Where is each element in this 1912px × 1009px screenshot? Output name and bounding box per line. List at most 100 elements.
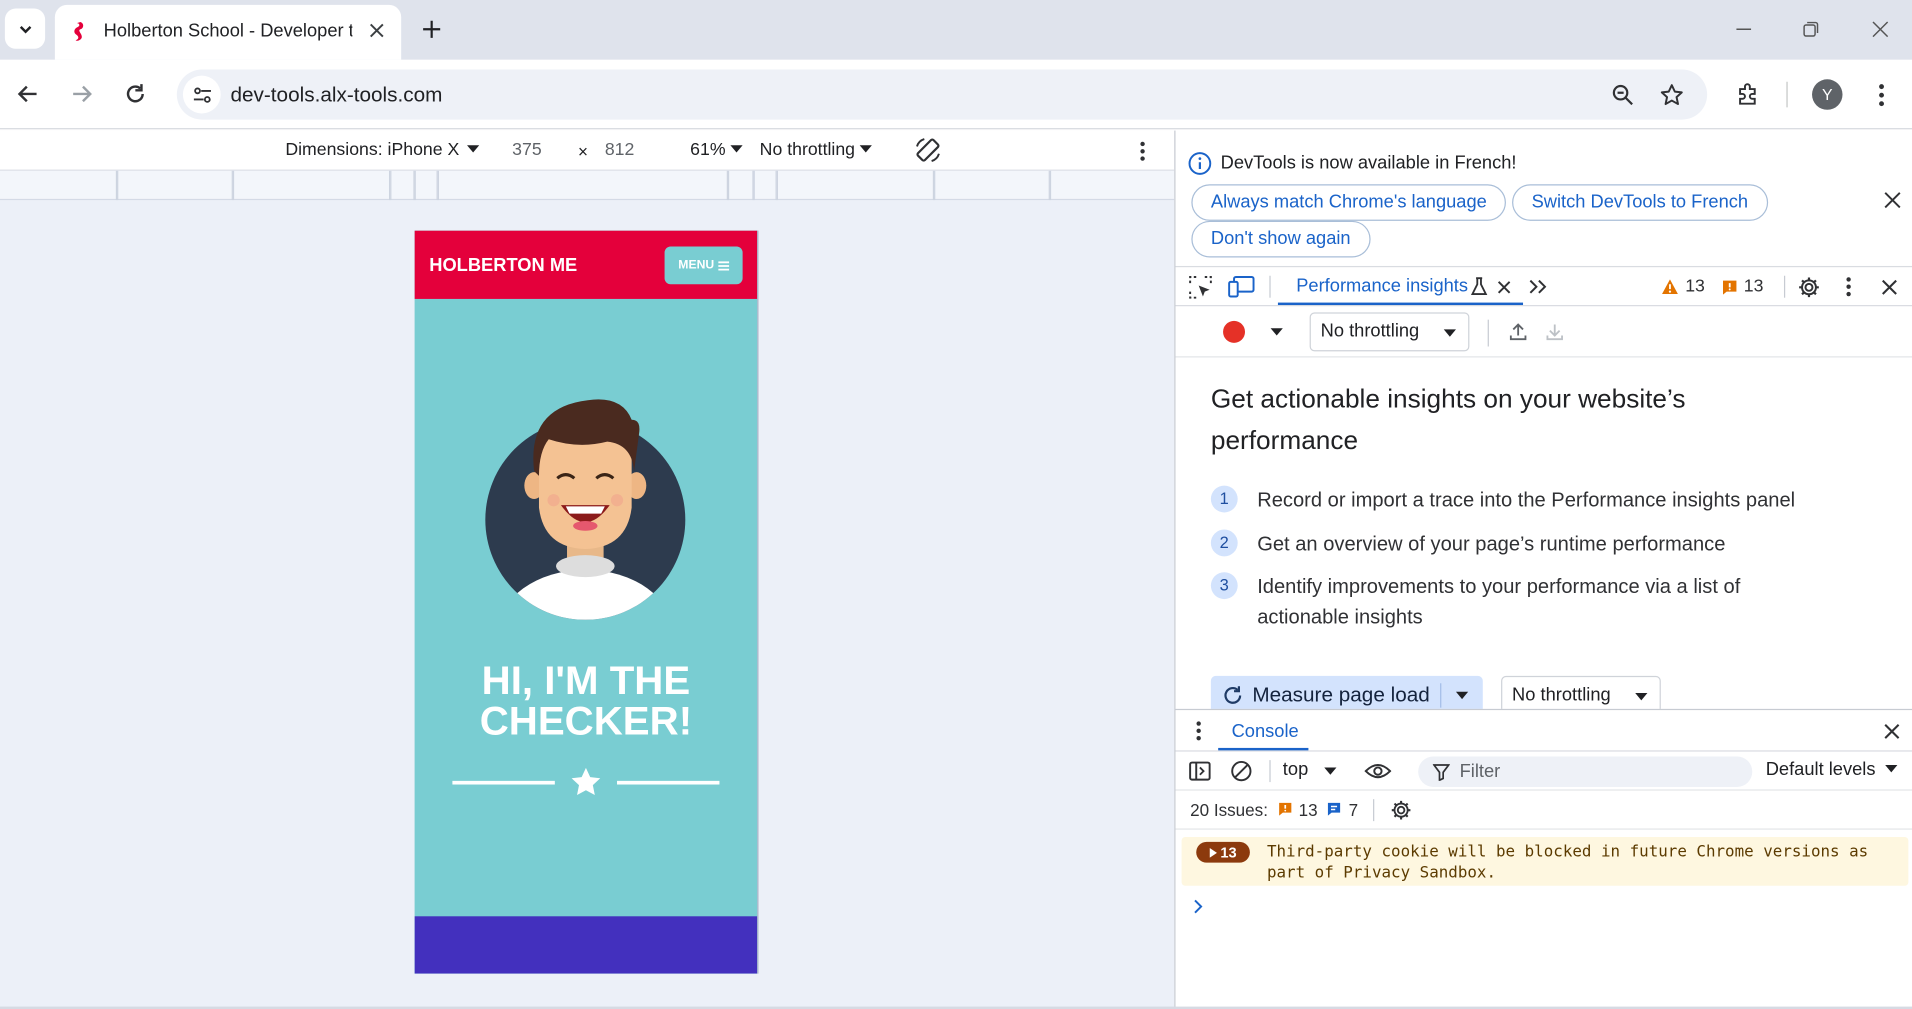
experimental-flask-icon [1470, 277, 1488, 295]
reload-button[interactable] [117, 76, 154, 113]
console-message-warning[interactable]: 13 Third-party cookie will be blocked in… [1181, 836, 1909, 886]
zoom-label: 61% [690, 140, 726, 160]
step-number: 1 [1210, 485, 1238, 513]
expand-triangle-icon [1209, 847, 1217, 858]
toolbar-divider [1786, 81, 1788, 108]
log-levels-label: Default levels [1765, 758, 1876, 780]
back-button[interactable] [10, 76, 47, 113]
repeat-count: 13 [1220, 843, 1237, 861]
plus-icon [423, 20, 441, 38]
clear-console-icon[interactable] [1228, 758, 1255, 785]
step-text: Record or import a trace into the Perfor… [1257, 489, 1796, 512]
record-button[interactable] [1223, 320, 1246, 343]
upload-icon[interactable] [1506, 320, 1530, 344]
chrome-menu-icon[interactable] [1866, 78, 1898, 112]
infobar-close-icon[interactable] [1879, 187, 1906, 214]
info-icon [1188, 152, 1212, 175]
throttling-label: No throttling [759, 140, 856, 160]
infobar-message: DevTools is now available in French! [1220, 152, 1517, 174]
device-emulation-area: Dimensions: iPhone X 375 × 812 61% No th… [0, 130, 1175, 1009]
tab-search-button[interactable] [4, 8, 46, 49]
site-favicon-icon [74, 21, 84, 41]
always-match-language-button[interactable]: Always match Chrome's language [1191, 184, 1507, 221]
live-expression-eye-icon[interactable] [1362, 758, 1394, 785]
dont-show-again-button[interactable]: Don't show again [1191, 220, 1371, 258]
url-text[interactable]: dev-tools.alx-tools.com [230, 83, 442, 107]
close-tab-icon[interactable] [1494, 277, 1514, 297]
avatar[interactable]: Y [1812, 79, 1843, 110]
switch-to-french-button[interactable]: Switch DevTools to French [1512, 184, 1768, 221]
address-bar[interactable]: dev-tools.alx-tools.com [176, 69, 1708, 120]
drawer-menu-icon[interactable] [1188, 717, 1210, 744]
download-icon[interactable] [1543, 320, 1567, 344]
insights-heading: Get actionable insights on your website’… [1210, 384, 1686, 456]
step-text: Get an overview of your page’s runtime p… [1257, 533, 1726, 556]
perf-throttling-label: No throttling [1320, 320, 1420, 342]
window-close-button[interactable] [1862, 12, 1899, 46]
inspect-element-icon[interactable] [1185, 272, 1214, 301]
reload-icon [1224, 686, 1242, 704]
tab-title: Holberton School - Developer t [103, 20, 353, 42]
browser-tab-active[interactable]: Holberton School - Developer t [54, 4, 402, 60]
dimension-separator: × [577, 141, 588, 162]
settings-gear-icon[interactable] [1794, 272, 1823, 301]
arrow-right-icon [73, 85, 92, 103]
step-number: 2 [1210, 529, 1238, 557]
reload-icon [126, 84, 144, 103]
context-select[interactable]: top [1283, 759, 1344, 783]
new-tab-button[interactable] [415, 12, 449, 46]
site-brand[interactable]: HOLBERTON ME [429, 255, 577, 276]
extensions-icon[interactable] [1730, 76, 1767, 113]
filter-icon [1432, 764, 1450, 781]
zoom-icon[interactable] [1606, 78, 1640, 112]
drawer-close-icon[interactable] [1879, 719, 1903, 743]
tab-console[interactable]: Console [1232, 721, 1299, 742]
perf-throttling-select[interactable]: No throttling [1309, 312, 1470, 352]
console-message-text: Third-party cookie will be blocked in fu… [1266, 843, 1869, 883]
device-dimensions-select[interactable]: Dimensions: iPhone X [285, 140, 479, 160]
minimize-button[interactable] [1725, 12, 1762, 46]
filter-placeholder: Filter [1459, 761, 1501, 783]
error-icon [1723, 280, 1737, 295]
warning-count[interactable]: 13 [1685, 277, 1705, 297]
rotate-icon[interactable] [912, 134, 944, 166]
more-tabs-icon[interactable] [1524, 275, 1551, 299]
log-levels-select[interactable]: Default levels [1766, 759, 1900, 783]
avatar-initial: Y [1821, 85, 1833, 104]
site-menu-label: MENU [678, 258, 715, 273]
measure-dropdown-icon[interactable] [1455, 691, 1469, 700]
device-toolbar: Dimensions: iPhone X 375 × 812 61% No th… [0, 130, 1175, 171]
error-count[interactable]: 13 [1744, 277, 1764, 297]
forward-button[interactable] [63, 76, 100, 113]
emulated-page: HOLBERTON ME MENU HI, I'M THE CHECKER! [414, 230, 758, 974]
issues-info-count[interactable]: 7 [1349, 800, 1359, 820]
tabbar-divider [1783, 275, 1786, 298]
sidebar-toggle-icon[interactable] [1186, 758, 1213, 785]
page-edge-shadow [757, 230, 759, 974]
site-info-icon[interactable] [182, 75, 221, 114]
site-menu-button[interactable]: MENU [664, 246, 743, 285]
bookmark-star-icon[interactable] [1655, 78, 1689, 112]
device-toggle-icon[interactable] [1227, 272, 1256, 301]
close-icon[interactable] [365, 18, 389, 42]
throttling-select[interactable]: No throttling [759, 140, 873, 160]
width-input[interactable]: 375 [512, 140, 542, 160]
height-input[interactable]: 812 [605, 140, 635, 160]
record-options-icon[interactable] [1267, 322, 1287, 342]
device-toolbar-more-icon[interactable] [1130, 137, 1154, 166]
zoom-select[interactable]: 61% [690, 140, 743, 160]
issues-warning-count[interactable]: 13 [1299, 800, 1318, 820]
devtools-close-icon[interactable] [1875, 273, 1902, 300]
console-settings-gear-icon[interactable] [1388, 797, 1415, 824]
tab-performance-insights[interactable]: Performance insights [1296, 276, 1468, 297]
repeat-count-badge: 13 [1196, 841, 1250, 863]
step-number: 3 [1210, 572, 1238, 600]
language-infobar: DevTools is now available in French! Alw… [1175, 130, 1912, 265]
ruler-mark [115, 170, 119, 201]
performance-toolbar: No throttling [1175, 307, 1912, 358]
console-prompt-chevron-icon[interactable] [1193, 899, 1204, 914]
console-filter-input[interactable]: Filter [1418, 756, 1753, 787]
arrow-left-icon [17, 85, 37, 103]
devtools-menu-icon[interactable] [1836, 273, 1860, 300]
restore-button[interactable] [1793, 12, 1830, 46]
